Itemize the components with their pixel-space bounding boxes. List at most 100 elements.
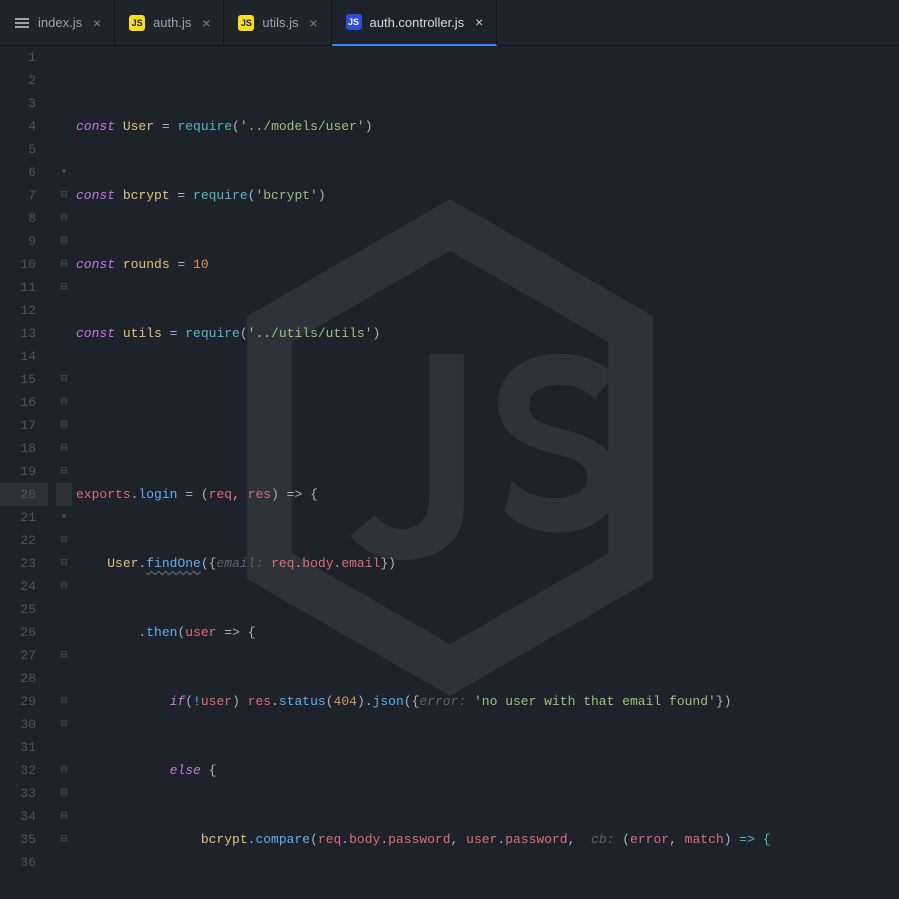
line-number: 1: [0, 46, 48, 69]
fold-marker[interactable]: ⊟: [56, 368, 72, 391]
fold-marker[interactable]: ⊟: [56, 253, 72, 276]
fold-marker[interactable]: ⊟: [56, 460, 72, 483]
line-number: 26: [0, 621, 48, 644]
line-number: 35: [0, 828, 48, 851]
fold-marker[interactable]: ⊟: [56, 529, 72, 552]
fold-marker[interactable]: ⊟: [56, 575, 72, 598]
js-icon: JS: [346, 14, 362, 30]
line-number: 12: [0, 299, 48, 322]
tab-bar: index.js × JS auth.js × JS utils.js × JS…: [0, 0, 899, 46]
code-line[interactable]: User.findOne({email: req.body.email}): [76, 552, 899, 575]
tab-auth-controller-js[interactable]: JS auth.controller.js ×: [332, 0, 498, 46]
fold-marker[interactable]: ⊟: [56, 391, 72, 414]
fold-marker: [56, 115, 72, 138]
fold-marker[interactable]: ⊟: [56, 437, 72, 460]
code-line[interactable]: const utils = require('../utils/utils'): [76, 322, 899, 345]
line-number: 30: [0, 713, 48, 736]
fold-marker: [56, 483, 72, 506]
fold-marker: [56, 667, 72, 690]
tab-utils-js[interactable]: JS utils.js ×: [224, 0, 331, 45]
code-line[interactable]: const bcrypt = require('bcrypt'): [76, 184, 899, 207]
js-icon: JS: [129, 15, 145, 31]
fold-marker: [56, 138, 72, 161]
line-number: 21: [0, 506, 48, 529]
fold-marker[interactable]: ⊟: [56, 782, 72, 805]
close-icon[interactable]: ×: [199, 15, 213, 31]
fold-marker: [56, 69, 72, 92]
line-number: 29: [0, 690, 48, 713]
fold-marker[interactable]: ⊟: [56, 828, 72, 851]
tab-auth-js[interactable]: JS auth.js ×: [115, 0, 224, 45]
tab-label: auth.js: [153, 15, 191, 30]
tab-index-js[interactable]: index.js ×: [0, 0, 115, 45]
tab-label: utils.js: [262, 15, 298, 30]
line-number: 24: [0, 575, 48, 598]
fold-marker[interactable]: ⊟: [56, 207, 72, 230]
code-line[interactable]: exports.login = (req, res) => {: [76, 483, 899, 506]
fold-marker[interactable]: ⊟: [56, 230, 72, 253]
fold-marker[interactable]: ⊟: [56, 713, 72, 736]
line-number: 11: [0, 276, 48, 299]
line-number: 20: [0, 483, 48, 506]
line-number: 34: [0, 805, 48, 828]
fold-marker[interactable]: ⊟: [56, 805, 72, 828]
fold-marker[interactable]: ▾: [56, 161, 72, 184]
tab-label: auth.controller.js: [370, 15, 465, 30]
line-number: 14: [0, 345, 48, 368]
line-number: 27: [0, 644, 48, 667]
fold-marker: [56, 299, 72, 322]
editor-root: index.js × JS auth.js × JS utils.js × JS…: [0, 0, 899, 899]
line-number: 15: [0, 368, 48, 391]
line-number: 36: [0, 851, 48, 874]
fold-marker: [56, 322, 72, 345]
line-number: 16: [0, 391, 48, 414]
line-number: 32: [0, 759, 48, 782]
line-number: 4: [0, 115, 48, 138]
close-icon[interactable]: ×: [90, 15, 104, 31]
fold-marker: [56, 46, 72, 69]
code-line[interactable]: [76, 391, 899, 414]
line-number: 23: [0, 552, 48, 575]
line-number-gutter: 1234567891011121314151617181920212223242…: [0, 46, 56, 899]
fold-marker: [56, 621, 72, 644]
line-number: 7: [0, 184, 48, 207]
index-icon: [14, 15, 30, 31]
line-number: 2: [0, 69, 48, 92]
js-icon: JS: [238, 15, 254, 31]
line-number: 9: [0, 230, 48, 253]
line-number: 13: [0, 322, 48, 345]
line-number: 17: [0, 414, 48, 437]
line-number: 22: [0, 529, 48, 552]
line-number: 3: [0, 92, 48, 115]
fold-marker[interactable]: ▾: [56, 506, 72, 529]
fold-marker[interactable]: ⊟: [56, 644, 72, 667]
close-icon[interactable]: ×: [472, 14, 486, 30]
fold-marker[interactable]: ⊟: [56, 690, 72, 713]
line-number: 6: [0, 161, 48, 184]
fold-marker[interactable]: ⊟: [56, 759, 72, 782]
fold-marker[interactable]: ⊟: [56, 276, 72, 299]
code-line[interactable]: const rounds = 10: [76, 253, 899, 276]
editor-area[interactable]: 1234567891011121314151617181920212223242…: [0, 46, 899, 899]
code-line[interactable]: bcrypt.compare(req.body.password, user.p…: [76, 828, 899, 851]
code-area[interactable]: const User = require('../models/user') c…: [72, 46, 899, 899]
fold-marker[interactable]: ⊟: [56, 184, 72, 207]
fold-marker: [56, 345, 72, 368]
code-line[interactable]: const User = require('../models/user'): [76, 115, 899, 138]
code-line[interactable]: if(!user) res.status(404).json({error: '…: [76, 690, 899, 713]
line-number: 18: [0, 437, 48, 460]
line-number: 10: [0, 253, 48, 276]
line-number: 31: [0, 736, 48, 759]
tab-label: index.js: [38, 15, 82, 30]
line-number: 33: [0, 782, 48, 805]
code-line[interactable]: .then(user => {: [76, 621, 899, 644]
line-number: 25: [0, 598, 48, 621]
close-icon[interactable]: ×: [307, 15, 321, 31]
fold-marker: [56, 598, 72, 621]
fold-marker[interactable]: ⊟: [56, 552, 72, 575]
line-number: 5: [0, 138, 48, 161]
fold-marker[interactable]: ⊟: [56, 414, 72, 437]
fold-gutter: ▾⊟⊟⊟⊟⊟⊟⊟⊟⊟⊟▾⊟⊟⊟⊟⊟⊟⊟⊟⊟⊟: [56, 46, 72, 899]
code-line[interactable]: else {: [76, 759, 899, 782]
line-number: 8: [0, 207, 48, 230]
